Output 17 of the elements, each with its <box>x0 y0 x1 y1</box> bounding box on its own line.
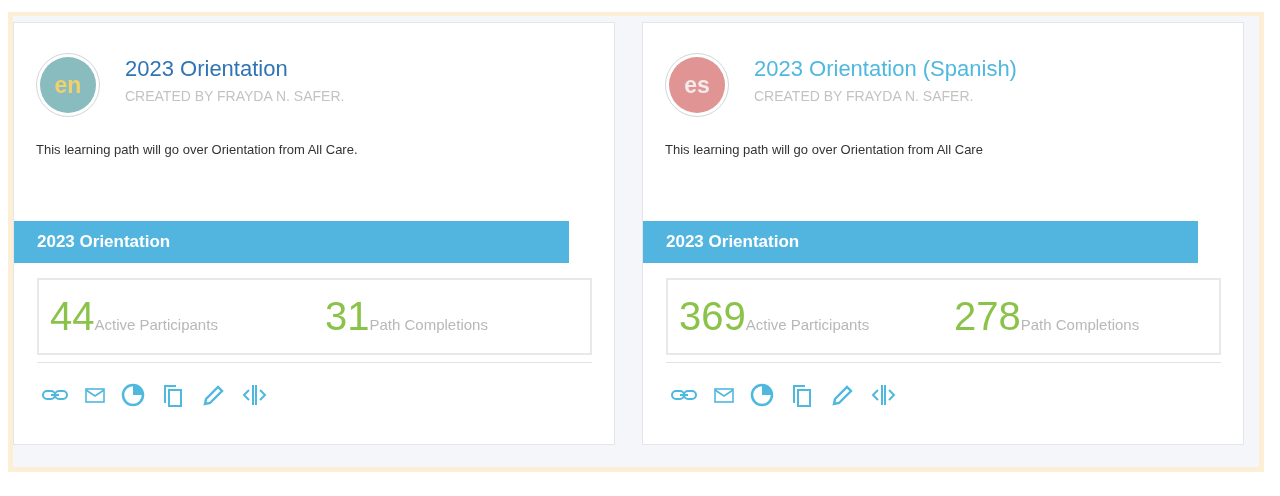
stat-label: Path Completions <box>369 316 488 333</box>
created-by: CREATED BY FRAYDA N. SAFER. <box>125 88 345 104</box>
pie-chart-icon[interactable] <box>750 383 776 409</box>
description: This learning path will go over Orientation from All Care <box>665 142 984 157</box>
created-by: CREATED BY FRAYDA N. SAFER. <box>754 88 975 104</box>
stat-value: 44 <box>50 294 95 339</box>
description: This learning path will go over Orientation from All Care. <box>36 142 359 157</box>
path-banner: 2023 Orientation <box>643 221 1198 263</box>
pie-chart-icon[interactable] <box>121 383 147 409</box>
stat-label: Path Completions <box>1020 316 1140 333</box>
stat-label: Active Participants <box>745 316 870 333</box>
stat-value: 31 <box>325 294 370 339</box>
stat-value: 278 <box>954 294 1021 339</box>
path-title[interactable]: 2023 Orientation <box>125 56 345 82</box>
path-banner: 2023 Orientation <box>14 221 569 263</box>
stat-value: 369 <box>679 294 746 339</box>
stat-label: Active Participants <box>94 316 218 333</box>
